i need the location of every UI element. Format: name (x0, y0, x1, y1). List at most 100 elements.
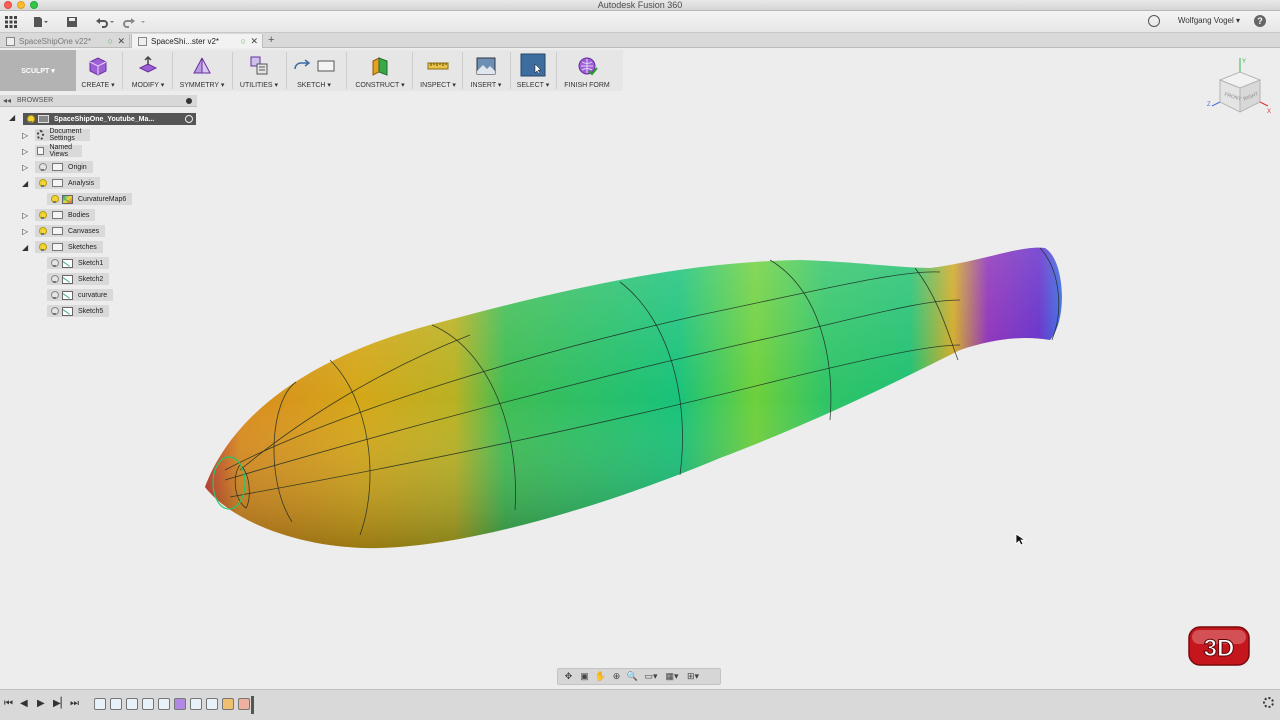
data-panel-grid-icon[interactable] (5, 15, 17, 29)
visibility-bulb-icon[interactable] (38, 210, 47, 220)
play-icon[interactable]: ▶ (37, 698, 45, 709)
grid-settings-icon[interactable]: ▦▾ (663, 671, 681, 682)
app-toolbar: Wolfgang Vogel ▾ ? (0, 11, 1280, 33)
browser-root-node[interactable]: SpaceShipOne_Youtube_Ma... (23, 113, 196, 125)
visibility-bulb-icon[interactable] (50, 306, 59, 316)
tree-node: Sketch2 (47, 273, 110, 285)
tab-label: SpaceShi...ster v2* (151, 36, 220, 46)
timeline-feature-analysis[interactable] (222, 698, 234, 710)
job-status-clock-icon[interactable] (1148, 15, 1160, 27)
tree-node: Bodies (35, 209, 96, 221)
step-forward-icon[interactable]: ▶▏ (53, 698, 68, 709)
tree-label: Bodies (68, 211, 90, 219)
save-icon[interactable] (66, 15, 78, 29)
viewcube[interactable]: FRONT RIGHT Y X Z (1206, 56, 1274, 120)
timeline-feature-sketch[interactable] (142, 698, 154, 710)
visibility-bulb-icon[interactable] (38, 226, 47, 236)
expanded-triangle-icon[interactable]: ◢ (22, 243, 28, 252)
folder-icon (52, 179, 63, 187)
construct-menu[interactable]: CONSTRUCT ▾ (352, 50, 408, 91)
viewports-icon[interactable]: ⊞▾ (684, 671, 702, 682)
sketch-menu[interactable]: SKETCH ▾ (290, 50, 338, 91)
help-icon[interactable]: ? (1254, 15, 1266, 27)
timeline-feature-sketch[interactable] (206, 698, 218, 710)
close-tab-icon[interactable]: ✕ (117, 36, 125, 47)
tree-label: Sketches (68, 243, 97, 251)
modify-menu[interactable]: MODIFY ▾ (128, 50, 168, 91)
visibility-bulb-icon[interactable] (38, 162, 47, 172)
visibility-bulb-icon[interactable] (50, 258, 59, 268)
timeline-feature-curvature[interactable] (238, 698, 250, 710)
visibility-bulb-icon[interactable] (50, 290, 59, 300)
inspect-label: INSPECT ▾ (420, 82, 456, 89)
file-menu-icon[interactable] (33, 15, 49, 29)
new-tab-plus-icon[interactable]: + (268, 34, 274, 46)
sketch-icon (62, 258, 73, 268)
visibility-bulb-icon[interactable] (38, 178, 47, 188)
tab-spaceshipone-v22[interactable]: SpaceShipOne v22* ○ ✕ (0, 34, 130, 48)
utilities-menu[interactable]: UTILITIES ▾ (237, 50, 281, 91)
folder-icon (52, 227, 63, 235)
collapsed-triangle-icon[interactable]: ▷ (22, 163, 28, 172)
visibility-bulb-icon[interactable] (38, 242, 47, 252)
ribbon-divider (556, 52, 557, 89)
axis-x-label: X (1267, 109, 1271, 115)
workspace-switcher[interactable]: SCULPT ▾ (0, 50, 76, 91)
inspect-menu[interactable]: INSPECT ▾ (418, 50, 458, 91)
root-component-label: SpaceShipOne_Youtube_Ma... (54, 115, 155, 123)
timeline-feature-sketch[interactable] (110, 698, 122, 710)
go-to-end-icon[interactable]: ⏭ (70, 698, 79, 709)
gear-icon (37, 130, 45, 140)
step-back-icon[interactable]: ◀ (20, 698, 28, 709)
timeline-feature-sketch[interactable] (94, 698, 106, 710)
timeline-feature-sketch[interactable] (158, 698, 170, 710)
logo-text: 3D (1204, 635, 1235, 662)
zoom-icon[interactable]: ⊕ (610, 671, 623, 682)
visibility-bulb-icon[interactable] (50, 274, 59, 284)
window-title-bar: Autodesk Fusion 360 (0, 0, 1280, 11)
navigation-bar: ✥ ▣ ✋ ⊕ 🔍 ▭▾ ▦▾ ⊞▾ (557, 668, 721, 685)
collapsed-triangle-icon[interactable]: ▷ (22, 211, 28, 220)
ribbon-divider (232, 52, 233, 89)
mouse-cursor-icon (1015, 533, 1027, 546)
tree-node: Sketches (35, 241, 103, 253)
viewport-canvas[interactable] (195, 235, 1075, 560)
timeline-marker[interactable] (251, 696, 254, 714)
timeline-feature-sketch[interactable] (190, 698, 202, 710)
browser-panel-header[interactable]: ◂◂ BROWSER (0, 95, 197, 107)
go-to-start-icon[interactable]: ⏮ (4, 698, 13, 709)
tab-spaceshi-ster-v2[interactable]: SpaceShi...ster v2* ○ ✕ (131, 34, 263, 48)
expanded-triangle-icon[interactable]: ◢ (22, 179, 28, 188)
collapsed-triangle-icon[interactable]: ▷ (22, 147, 28, 156)
user-account-menu[interactable]: Wolfgang Vogel ▾ (1178, 16, 1240, 25)
folder-icon (52, 243, 63, 251)
folder-icon (52, 163, 63, 171)
display-settings-icon[interactable]: ▭▾ (642, 671, 660, 682)
undo-icon[interactable] (94, 15, 116, 29)
select-menu[interactable]: SELECT ▾ (514, 50, 552, 91)
expanded-triangle-icon[interactable]: ◢ (9, 113, 15, 122)
channel-3d-logo: 3D (1188, 626, 1250, 666)
redo-icon[interactable] (123, 15, 147, 29)
visibility-bulb-icon[interactable] (26, 114, 35, 124)
orbit-icon[interactable]: ✥ (562, 671, 575, 682)
create-menu[interactable]: CREATE ▾ (80, 50, 116, 91)
visibility-bulb-icon[interactable] (50, 194, 59, 204)
finish-form-label: FINISH FORM (564, 82, 610, 89)
collapsed-triangle-icon[interactable]: ▷ (22, 131, 28, 140)
collapse-browser-icon[interactable]: ◂◂ (3, 96, 11, 105)
pan-hand-icon[interactable]: ✋ (594, 671, 607, 682)
timeline-feature-form[interactable] (174, 698, 186, 710)
collapsed-triangle-icon[interactable]: ▷ (22, 227, 28, 236)
browser-pin-icon[interactable] (186, 98, 192, 104)
insert-menu[interactable]: INSERT ▾ (467, 50, 505, 91)
zoom-window-icon[interactable]: 🔍 (626, 671, 639, 682)
symmetry-menu[interactable]: SYMMETRY ▾ (178, 50, 226, 91)
finish-form-button[interactable]: FINISH FORM (560, 50, 614, 91)
timeline-settings-gear-icon[interactable] (1263, 697, 1274, 708)
activate-radio-icon[interactable] (185, 115, 193, 123)
close-tab-icon[interactable]: ✕ (250, 36, 258, 47)
look-at-icon[interactable]: ▣ (578, 671, 591, 682)
timeline-feature-sketch[interactable] (126, 698, 138, 710)
tab-sync-icon: ○ (107, 36, 113, 46)
